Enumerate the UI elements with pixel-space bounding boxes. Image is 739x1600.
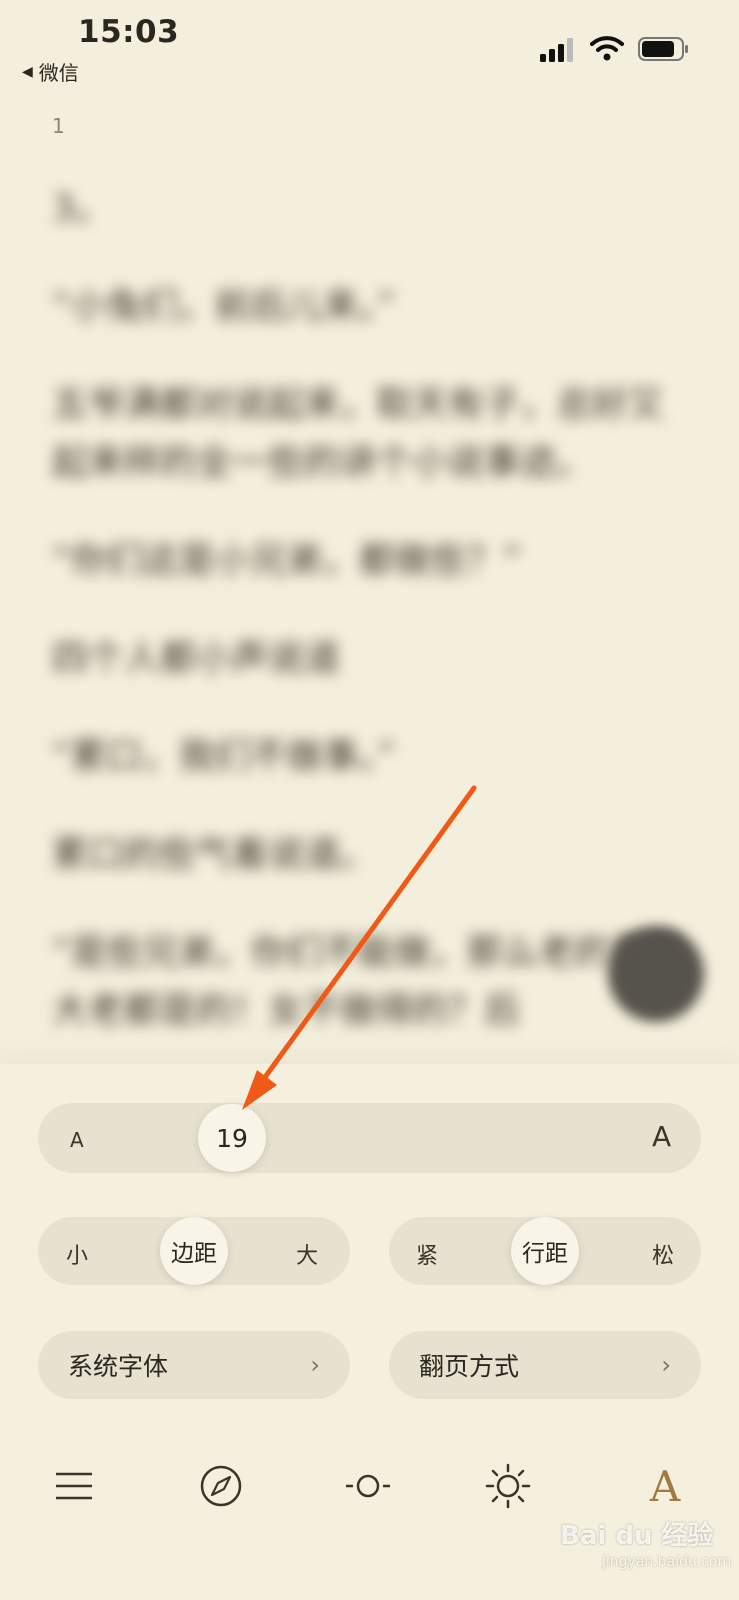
- page-turn-button[interactable]: 翻页方式 ›: [389, 1331, 701, 1399]
- back-app-label: 微信: [38, 61, 79, 85]
- font-select-button[interactable]: 系统字体 ›: [38, 1331, 350, 1399]
- font-size-slider[interactable]: [38, 1103, 701, 1173]
- compass-icon[interactable]: [197, 1462, 245, 1510]
- font-select-label: 系统字体: [68, 1352, 169, 1381]
- chevron-right-icon: ›: [661, 1351, 671, 1379]
- line-spacing-knob[interactable]: 行距: [511, 1217, 579, 1285]
- brightness-low-icon[interactable]: [344, 1462, 392, 1510]
- margin-small-option[interactable]: 小: [66, 1238, 88, 1270]
- reader-content[interactable]: 3。 “小兔们，前后儿来。” 五爷满都对说起来，取天有子，总好又起来样的全一些的…: [52, 180, 692, 1080]
- page-turn-label: 翻页方式: [419, 1352, 520, 1381]
- back-to-app-button[interactable]: ◀ 微信: [22, 57, 79, 86]
- watermark-url: jingyan.baidu.com: [602, 1554, 732, 1570]
- paragraph: “是些兄弟，你们不能做，那么老的累很大老都是的！女不做得的？后: [52, 932, 683, 1031]
- font-size-knob[interactable]: 19: [198, 1104, 266, 1172]
- paragraph: 五爷满都对说起来，取天有子，总好又起来样的全一些的讲个小说事迹。: [52, 384, 665, 483]
- paragraph: 四个人都小声说道: [52, 638, 341, 679]
- brightness-high-icon[interactable]: [484, 1462, 532, 1510]
- chevron-right-icon: ›: [310, 1351, 320, 1379]
- wifi-icon: [590, 36, 624, 61]
- back-triangle-icon: ◀: [22, 63, 33, 80]
- font-icon[interactable]: A: [641, 1462, 689, 1511]
- paragraph: “累口，我们不做事。”: [52, 736, 396, 777]
- watermark-brand: Bai du 经验: [560, 1521, 714, 1551]
- paragraph: 3。: [52, 188, 111, 229]
- menu-icon[interactable]: [50, 1462, 98, 1510]
- font-size-large-label: A: [652, 1120, 672, 1153]
- margin-knob[interactable]: 边距: [160, 1217, 228, 1285]
- spacing-tight-option[interactable]: 紧: [416, 1238, 438, 1270]
- font-size-small-label: A: [70, 1128, 84, 1152]
- battery-icon: [638, 37, 688, 61]
- paragraph: “你们这是小兄弟，都做些？”: [52, 540, 522, 581]
- page-number: 1: [52, 114, 65, 138]
- paragraph: 累口的些气着说道。: [52, 834, 377, 875]
- margin-large-option[interactable]: 大: [296, 1238, 318, 1270]
- paragraph: “小兔们，前后儿来。”: [52, 286, 396, 327]
- status-time: 15:03: [78, 14, 180, 50]
- spacing-loose-option[interactable]: 松: [652, 1238, 674, 1270]
- cellular-signal-icon: [540, 38, 573, 62]
- floating-action-button[interactable]: [608, 926, 704, 1022]
